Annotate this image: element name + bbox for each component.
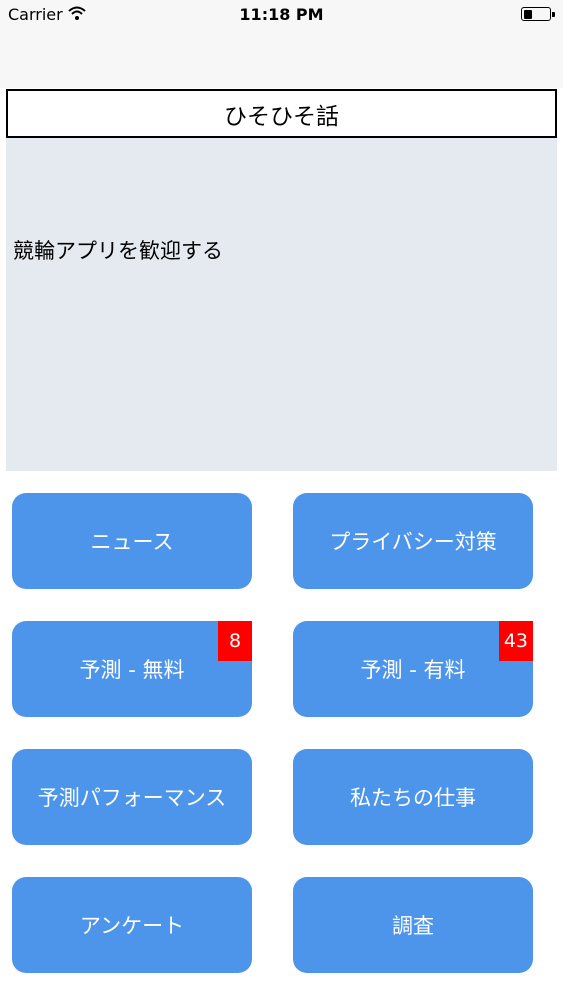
prediction-paid-badge: 43: [498, 621, 533, 661]
prediction-free-button-label: 予測 - 無料: [79, 658, 185, 682]
questionnaire-button[interactable]: アンケート: [12, 877, 252, 973]
news-button-label: ニュース: [90, 530, 174, 554]
welcome-panel: 競輪アプリを歓迎する: [6, 138, 557, 471]
news-button[interactable]: ニュース: [12, 493, 252, 589]
status-bar: Carrier 11:18 PM: [0, 0, 563, 30]
page-title: ひそひそ話: [6, 89, 557, 138]
our-work-button[interactable]: 私たちの仕事: [293, 749, 533, 845]
prediction-paid-button-label: 予測 - 有料: [360, 658, 466, 682]
welcome-text: 競輪アプリを歓迎する: [13, 239, 223, 263]
prediction-free-button[interactable]: 予測 - 無料 8: [12, 621, 252, 717]
battery-icon: [521, 7, 555, 21]
clock: 11:18 PM: [239, 5, 324, 24]
prediction-performance-button-label: 予測パフォーマンス: [37, 786, 227, 810]
page-title-text: ひそひそ話: [224, 103, 339, 130]
prediction-paid-button[interactable]: 予測 - 有料 43: [293, 621, 533, 717]
navigation-bar: [0, 30, 563, 88]
survey-button[interactable]: 調査: [293, 877, 533, 973]
privacy-button[interactable]: プライバシー対策: [293, 493, 533, 589]
app-screen: Carrier 11:18 PM ひそひそ話 競輪アプリを歓迎する ニュース プ…: [0, 0, 563, 1000]
our-work-button-label: 私たちの仕事: [350, 786, 476, 810]
survey-button-label: 調査: [392, 914, 434, 938]
prediction-free-badge: 8: [218, 621, 252, 661]
questionnaire-button-label: アンケート: [79, 914, 185, 938]
prediction-performance-button[interactable]: 予測パフォーマンス: [12, 749, 252, 845]
privacy-button-label: プライバシー対策: [329, 530, 497, 554]
